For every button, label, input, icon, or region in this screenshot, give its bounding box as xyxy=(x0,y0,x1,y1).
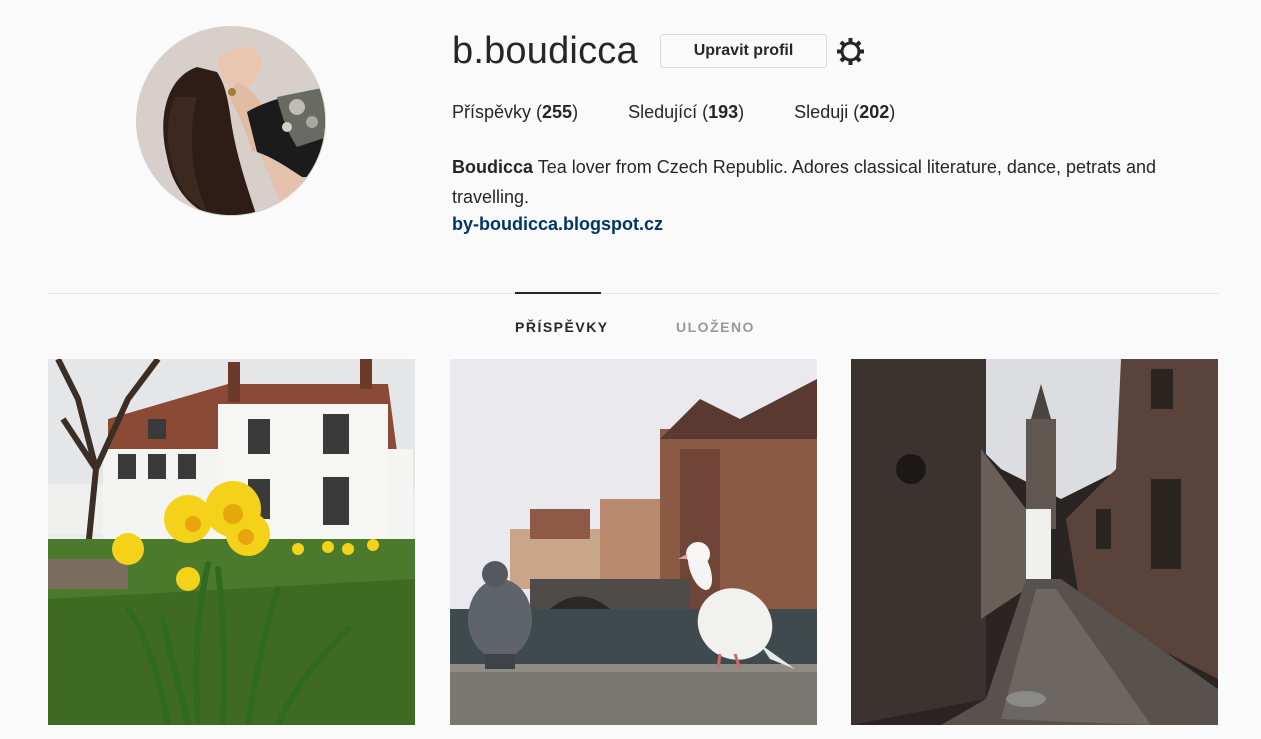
profile-avatar[interactable] xyxy=(136,26,326,216)
profile-username: b.boudicca xyxy=(452,30,638,72)
stat-posts: Příspěvky (255) xyxy=(452,102,579,122)
post-thumbnail-daffodils[interactable] xyxy=(48,359,415,725)
gear-icon[interactable] xyxy=(836,37,865,66)
bio-text: Tea lover from Czech Republic. Adores cl… xyxy=(452,157,1157,207)
stat-following-label: Sleduji xyxy=(794,102,849,122)
tabs-divider xyxy=(48,293,1219,294)
post-thumbnail-pigeons[interactable] xyxy=(450,359,817,725)
edit-profile-button[interactable]: Upravit profil xyxy=(660,34,827,68)
profile-stats: Příspěvky (255) Sledující (193) Sleduji … xyxy=(452,102,945,123)
stat-posts-label: Příspěvky xyxy=(452,102,532,122)
stat-followers-count: 193 xyxy=(708,102,739,122)
stat-followers[interactable]: Sledující (193) xyxy=(628,102,744,123)
tab-saved[interactable]: ULOŽENO xyxy=(676,319,755,335)
profile-bio: Boudicca Tea lover from Czech Republic. … xyxy=(452,152,1232,212)
stat-followers-label: Sledující xyxy=(628,102,698,122)
stat-posts-count: 255 xyxy=(542,102,573,122)
stat-following-count: 202 xyxy=(859,102,890,122)
post-thumbnail-alley[interactable] xyxy=(851,359,1218,725)
stat-following[interactable]: Sleduji (202) xyxy=(794,102,895,123)
active-tab-indicator xyxy=(515,292,601,294)
tab-posts[interactable]: PŘÍSPĚVKY xyxy=(515,319,609,335)
bio-name: Boudicca xyxy=(452,157,534,177)
profile-website-link[interactable]: by-boudicca.blogspot.cz xyxy=(452,212,663,236)
